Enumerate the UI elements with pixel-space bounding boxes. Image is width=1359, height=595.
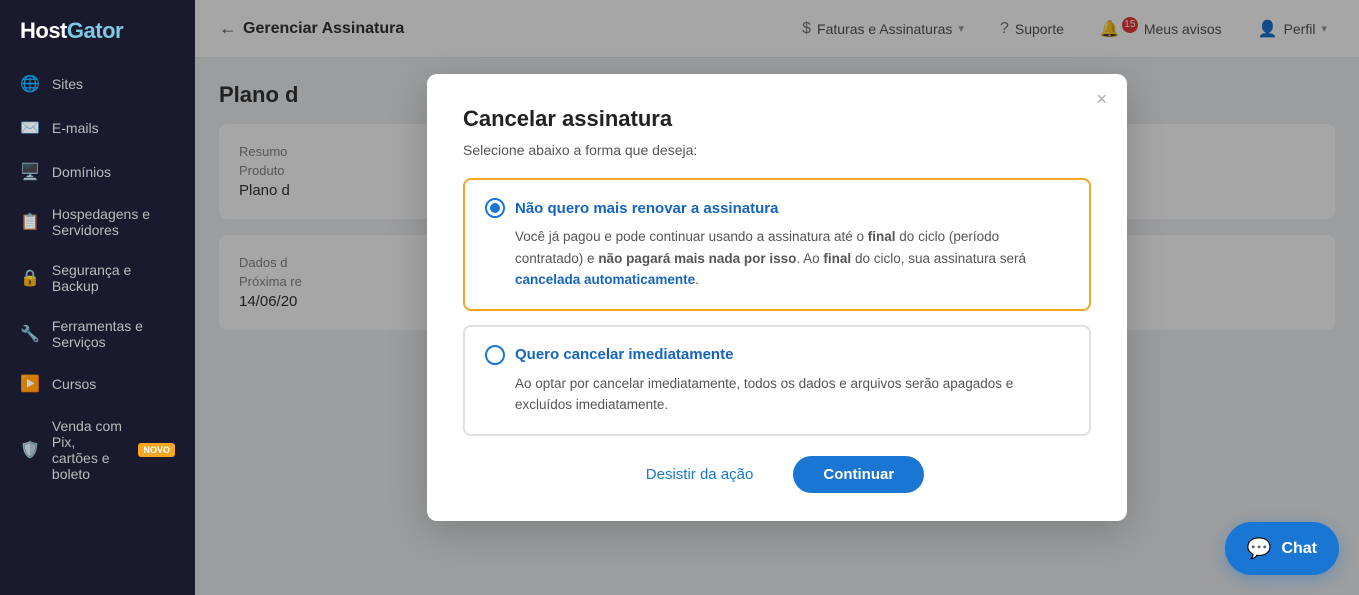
main-area: ← Gerenciar Assinatura $ Faturas e Assin… bbox=[195, 0, 1359, 595]
radio-label-2: Quero cancelar imediatamente bbox=[515, 346, 733, 363]
shield-icon: 🛡️ bbox=[20, 440, 40, 460]
modal-title: Cancelar assinatura bbox=[463, 106, 1091, 132]
modal-footer: Desistir da ação Continuar bbox=[463, 456, 1091, 493]
modal-subtitle: Selecione abaixo a forma que deseja: bbox=[463, 142, 1091, 158]
server-icon: 📋 bbox=[20, 212, 40, 232]
chat-button[interactable]: 💬 Chat bbox=[1225, 522, 1339, 575]
sidebar-item-sites[interactable]: 🌐 Sites bbox=[0, 62, 195, 106]
monitor-icon: 🖥️ bbox=[20, 162, 40, 182]
modal-close-button[interactable]: × bbox=[1096, 90, 1107, 108]
lock-icon: 🔒 bbox=[20, 268, 40, 288]
radio-desc-2: Ao optar por cancelar imediatamente, tod… bbox=[485, 373, 1069, 416]
play-icon: ▶️ bbox=[20, 374, 40, 394]
sidebar-item-emails[interactable]: ✉️ E-mails bbox=[0, 106, 195, 150]
radio-circle-1 bbox=[485, 198, 505, 218]
continue-button[interactable]: Continuar bbox=[793, 456, 924, 493]
chat-icon: 💬 bbox=[1247, 536, 1272, 561]
cancel-modal: × Cancelar assinatura Selecione abaixo a… bbox=[427, 74, 1127, 521]
sidebar-item-cursos[interactable]: ▶️ Cursos bbox=[0, 362, 195, 406]
sidebar: HostGator 🌐 Sites ✉️ E-mails 🖥️ Domínios… bbox=[0, 0, 195, 595]
sidebar-item-hospedagens[interactable]: 📋 Hospedagens e Servidores bbox=[0, 194, 195, 250]
tools-icon: 🔧 bbox=[20, 324, 40, 344]
radio-desc-1: Você já pagou e pode continuar usando a … bbox=[485, 226, 1069, 291]
new-badge: NOVO bbox=[138, 443, 175, 457]
sidebar-item-ferramentas[interactable]: 🔧 Ferramentas e Serviços bbox=[0, 306, 195, 362]
email-icon: ✉️ bbox=[20, 118, 40, 138]
sidebar-item-venda[interactable]: 🛡️ Venda com Pix, cartões e boleto NOVO bbox=[0, 406, 195, 494]
radio-option-2-header: Quero cancelar imediatamente bbox=[485, 345, 1069, 365]
radio-circle-2 bbox=[485, 345, 505, 365]
cancel-action-button[interactable]: Desistir da ação bbox=[630, 458, 770, 491]
radio-option-no-renewal[interactable]: Não quero mais renovar a assinatura Você… bbox=[463, 178, 1091, 311]
globe-icon: 🌐 bbox=[20, 74, 40, 94]
sidebar-item-dominios[interactable]: 🖥️ Domínios bbox=[0, 150, 195, 194]
radio-option-1-header: Não quero mais renovar a assinatura bbox=[485, 198, 1069, 218]
radio-label-1: Não quero mais renovar a assinatura bbox=[515, 200, 778, 217]
modal-overlay: × Cancelar assinatura Selecione abaixo a… bbox=[195, 0, 1359, 595]
logo: HostGator bbox=[0, 0, 195, 62]
sidebar-item-seguranca[interactable]: 🔒 Segurança e Backup bbox=[0, 250, 195, 306]
radio-option-immediate-cancel[interactable]: Quero cancelar imediatamente Ao optar po… bbox=[463, 325, 1091, 436]
